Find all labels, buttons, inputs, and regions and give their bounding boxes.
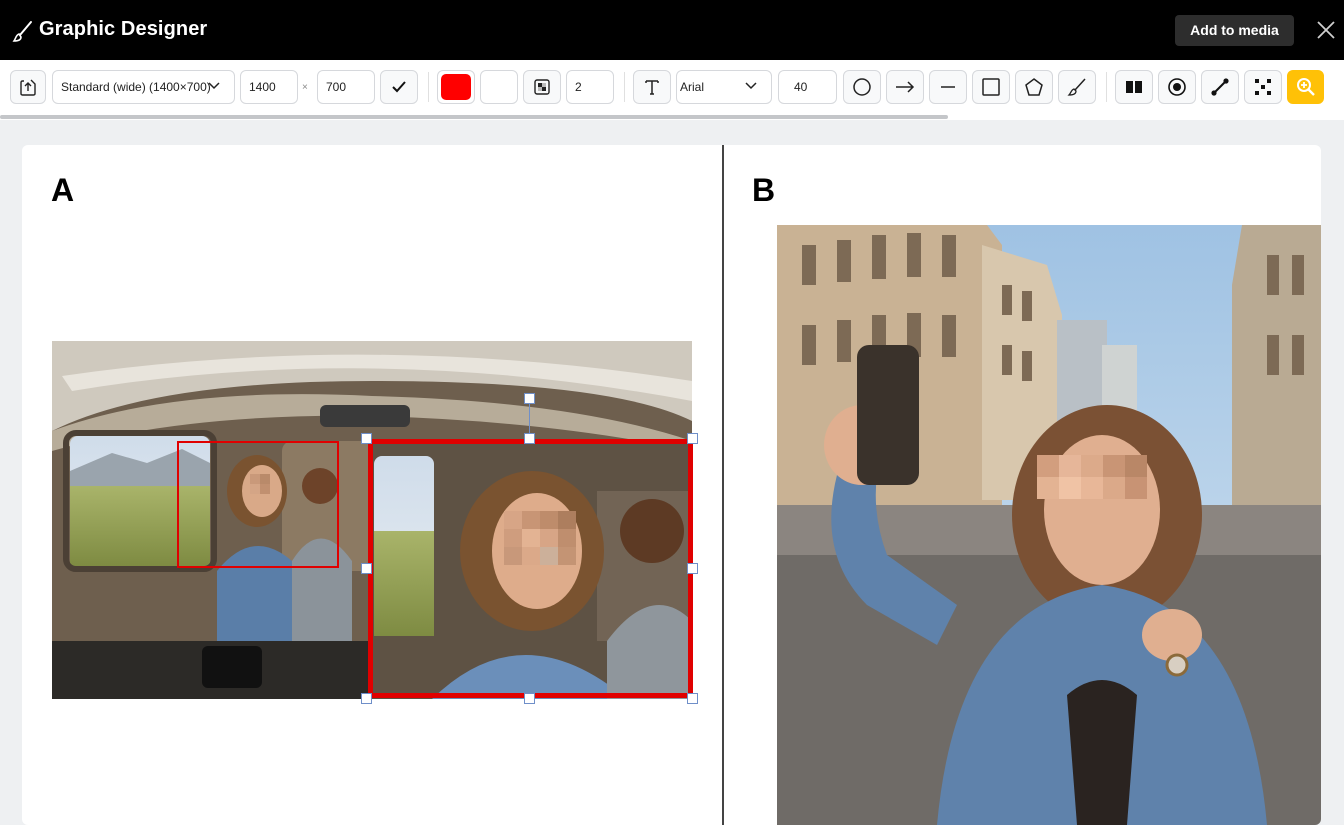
panel-a-label[interactable]: A	[51, 172, 74, 209]
resize-handle-e[interactable]	[687, 563, 698, 574]
width-input[interactable]: 1400	[240, 70, 298, 104]
pixelate-icon	[1255, 79, 1271, 95]
toolbar-divider	[1106, 72, 1107, 102]
stroke-width-input[interactable]: 2	[566, 70, 614, 104]
zoom-tool-button[interactable]	[1287, 70, 1324, 104]
design-canvas[interactable]: A B	[22, 145, 1321, 825]
font-size-input[interactable]: 40	[778, 70, 837, 104]
resize-handle-ne[interactable]	[687, 433, 698, 444]
brush-icon	[12, 21, 32, 42]
arrow-tool-button[interactable]	[886, 70, 924, 104]
toolbar-divider	[624, 72, 625, 102]
arrow-right-icon	[896, 81, 915, 93]
transparency-icon	[534, 79, 550, 95]
point-tool-button[interactable]	[1158, 70, 1196, 104]
chevron-down-icon	[745, 82, 757, 90]
rectangle-tool-button[interactable]	[972, 70, 1010, 104]
apply-size-button[interactable]	[380, 70, 418, 104]
connector-icon	[1211, 78, 1229, 96]
toolbar: Standard (wide) (1400×700) 1400 × 700 2	[0, 60, 1344, 120]
upload-button[interactable]	[10, 70, 46, 104]
resize-handle-sw[interactable]	[361, 693, 372, 704]
chevron-down-icon	[208, 82, 220, 90]
pixelate-tool-button[interactable]	[1244, 70, 1282, 104]
pixelated-face	[1037, 455, 1147, 499]
resize-handle-nw[interactable]	[361, 433, 372, 444]
zoom-in-icon	[1296, 78, 1315, 96]
pentagon-icon	[1025, 78, 1043, 96]
target-icon	[1168, 78, 1186, 96]
dimension-separator: ×	[302, 82, 308, 93]
title-bar: Graphic Designer Add to media	[0, 0, 1344, 60]
line-icon	[941, 86, 955, 88]
rotate-handle[interactable]	[524, 393, 535, 404]
brush-icon	[1067, 78, 1086, 96]
opacity-button[interactable]	[523, 70, 561, 104]
font-select[interactable]: Arial	[676, 70, 772, 104]
toolbar-divider	[428, 72, 429, 102]
resize-handle-s[interactable]	[524, 693, 535, 704]
circle-icon	[853, 78, 871, 96]
selfie-street-photo[interactable]	[777, 225, 1321, 825]
add-to-media-button[interactable]: Add to media	[1175, 15, 1294, 46]
close-icon[interactable]	[1316, 20, 1336, 40]
text-icon	[645, 80, 659, 95]
height-input[interactable]: 700	[317, 70, 375, 104]
columns-icon	[1126, 81, 1142, 93]
size-preset-value: Standard (wide) (1400×700)	[61, 80, 211, 94]
fill-color-button[interactable]	[480, 70, 518, 104]
square-icon	[982, 78, 1000, 96]
center-divider-line[interactable]	[722, 145, 724, 825]
resize-handle-w[interactable]	[361, 563, 372, 574]
polygon-tool-button[interactable]	[1015, 70, 1053, 104]
font-select-value: Arial	[680, 80, 705, 94]
check-icon	[392, 81, 406, 93]
stroke-color-swatch	[441, 74, 471, 100]
brush-tool-button[interactable]	[1058, 70, 1096, 104]
text-tool-button[interactable]	[633, 70, 671, 104]
zoom-inset-rectangle[interactable]	[368, 439, 693, 698]
size-preset-select[interactable]: Standard (wide) (1400×700)	[52, 70, 235, 104]
circle-tool-button[interactable]	[843, 70, 881, 104]
resize-handle-n[interactable]	[524, 433, 535, 444]
line-tool-button[interactable]	[929, 70, 967, 104]
upload-icon	[20, 79, 36, 96]
stroke-color-button[interactable]	[437, 70, 475, 104]
connector-tool-button[interactable]	[1201, 70, 1239, 104]
split-layout-button[interactable]	[1115, 70, 1153, 104]
toolbar-scrollbar-thumb[interactable]	[0, 115, 948, 119]
panel-b-label[interactable]: B	[752, 172, 775, 209]
app-title: Graphic Designer	[39, 18, 208, 40]
highlight-rectangle[interactable]	[177, 441, 339, 568]
resize-handle-se[interactable]	[687, 693, 698, 704]
